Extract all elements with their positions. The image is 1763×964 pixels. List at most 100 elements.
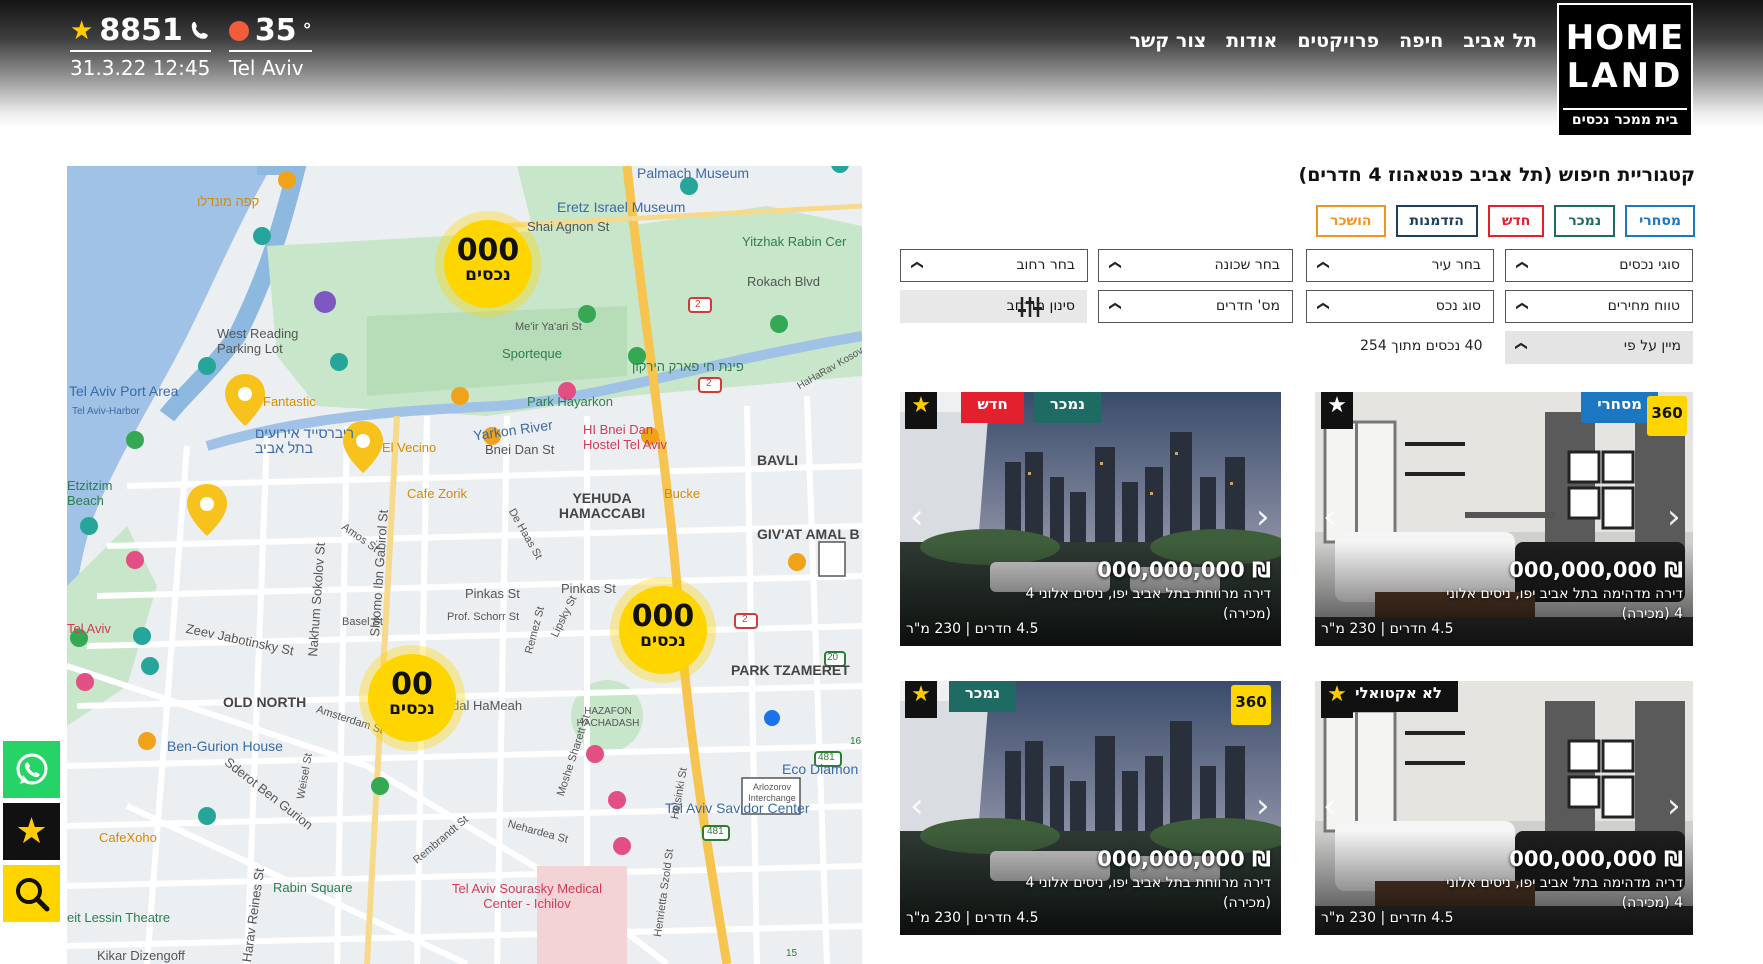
- star-icon: ★: [911, 393, 931, 418]
- favorites-button[interactable]: ★: [3, 803, 60, 860]
- chevron-down-icon: ❯: [1109, 259, 1124, 271]
- city-select[interactable]: בחר עיר ❯: [1306, 249, 1494, 282]
- view-360-icon[interactable]: 360: [1647, 396, 1687, 436]
- nav-haifa[interactable]: חיפה: [1399, 30, 1443, 52]
- cluster-count: 000: [631, 599, 695, 634]
- map-label: PARK TZAMERET: [731, 662, 850, 678]
- tag-sold[interactable]: נמכר: [1554, 205, 1616, 237]
- map-label: פינת חי פארק הירקון: [632, 359, 744, 374]
- sun-icon: [228, 21, 249, 41]
- logo[interactable]: HOME LAND בית ממכר נכסים: [1557, 3, 1693, 137]
- star-icon: ★: [1327, 682, 1347, 707]
- map-cluster[interactable]: 000 נכסים: [444, 220, 532, 308]
- prev-image-button[interactable]: ‹: [910, 500, 924, 534]
- badge-not-current: לא אקטואלי: [1339, 681, 1458, 712]
- next-image-button[interactable]: ›: [1256, 500, 1270, 534]
- nav-contact[interactable]: צור קשר: [1129, 30, 1206, 52]
- search-title: קטגוריית חיפוש (תל אביב פנטאהוז 4 חדרים): [1298, 164, 1695, 186]
- map-label: Yitzhak Rabin Cer: [742, 234, 847, 249]
- select-value: מיין על פי: [1623, 338, 1681, 354]
- chevron-down-icon: ❯: [1515, 340, 1530, 352]
- map-label: Rabin Square: [273, 880, 353, 895]
- map-label: Pinkas St: [465, 586, 520, 601]
- weather-widget: 35 ° Tel Aviv: [228, 14, 312, 80]
- star-icon: ★: [1327, 393, 1347, 418]
- card-description: דריה מדהימה בתל אביב יפו, ניסים אלוני 4 …: [1446, 875, 1683, 911]
- weather-city: Tel Aviv: [228, 56, 304, 80]
- map-label: Tel Aviv Port Area: [69, 383, 179, 399]
- next-image-button[interactable]: ›: [1256, 789, 1270, 823]
- card-meta: 4.5 חדרים | 230 מ"ר: [1321, 621, 1454, 637]
- map-label: Arlozorov Interchange: [748, 782, 796, 803]
- header: HOME LAND בית ממכר נכסים תל אביב חיפה פר…: [0, 0, 1763, 137]
- favorite-button[interactable]: ★: [1321, 392, 1353, 429]
- neighborhood-select[interactable]: בחר שכונה ❯: [1098, 249, 1293, 282]
- chevron-down-icon: ❯: [1516, 259, 1531, 271]
- card-badges: לא אקטואלי: [1339, 681, 1458, 712]
- chevron-down-icon: ❯: [1516, 300, 1531, 312]
- property-card[interactable]: נמכר ★ 360 ‹ › ₪ 000,000,000 דירה מרווחת…: [900, 681, 1281, 935]
- map-label: eit Lessin Theatre: [67, 910, 171, 925]
- map-label: BAVLI: [757, 452, 798, 468]
- card-meta: 4.5 חדרים | 230 מ"ר: [1321, 910, 1454, 926]
- map-label: 15: [786, 948, 798, 959]
- street-select[interactable]: בחר רחוב ❯: [900, 249, 1088, 282]
- tag-rented[interactable]: הושכר: [1316, 205, 1386, 237]
- prev-image-button[interactable]: ‹: [1323, 789, 1337, 823]
- property-kind-select[interactable]: סוג נכס ❯: [1306, 290, 1494, 323]
- map-label: Shai Agnon St: [527, 219, 610, 234]
- advanced-filter-button[interactable]: סינון מורחב: [900, 290, 1087, 323]
- cluster-count: 00: [391, 667, 433, 702]
- map[interactable]: Palmach Museum Eretz Israel Museum Shai …: [67, 166, 862, 964]
- phone-icon: [191, 21, 208, 39]
- card-description: דירה מדהימה בתל אביב יפו, ניסים אלוני 4 …: [1446, 586, 1683, 622]
- logo-line-2: LAND: [1566, 56, 1684, 96]
- nav-about[interactable]: אודות: [1226, 30, 1277, 52]
- favorite-button[interactable]: ★: [905, 392, 937, 429]
- badge-sold: נמכר: [1033, 392, 1101, 423]
- select-value: מס' חדרים: [1215, 298, 1280, 314]
- favorite-button[interactable]: ★: [905, 681, 937, 718]
- favorite-button[interactable]: ★: [1321, 681, 1353, 718]
- star-icon: ★: [70, 16, 94, 46]
- map-label: Tel Aviv-Harbor: [72, 406, 140, 417]
- map-label: El Vecino: [382, 440, 437, 455]
- tag-new[interactable]: חדש: [1487, 205, 1545, 237]
- search-button[interactable]: [3, 865, 60, 922]
- next-image-button[interactable]: ›: [1667, 789, 1681, 823]
- nav-projects[interactable]: פרויקטים: [1297, 30, 1379, 52]
- property-card[interactable]: לא אקטואלי ★ ‹ › ₪ 000,000,000 דריה מדהי…: [1315, 681, 1693, 935]
- chevron-down-icon: ❯: [911, 259, 926, 271]
- tag-opportunity[interactable]: הזדמנות: [1395, 205, 1478, 237]
- rooms-select[interactable]: מס' חדרים ❯: [1098, 290, 1293, 323]
- logo-line-1: HOME: [1565, 18, 1685, 58]
- next-image-button[interactable]: ›: [1667, 500, 1681, 534]
- prev-image-button[interactable]: ‹: [1323, 500, 1337, 534]
- map-label: Sporteque: [502, 346, 562, 361]
- whatsapp-button[interactable]: [3, 741, 60, 798]
- map-label: 2: [742, 614, 748, 625]
- sort-select[interactable]: מיין על פי ❯: [1505, 331, 1693, 364]
- map-label: Prof. Schorr St: [447, 611, 520, 623]
- property-card[interactable]: נמכר חדש ★ ‹ › ₪ 000,000,000 דירה מרווחת…: [900, 392, 1281, 646]
- tag-commercial[interactable]: מסחרי: [1625, 205, 1695, 237]
- nav-tel-aviv[interactable]: תל אביב: [1463, 30, 1537, 52]
- degree-symbol: °: [302, 20, 312, 41]
- prev-image-button[interactable]: ‹: [910, 789, 924, 823]
- map-label: YEHUDA HAMACCABI: [558, 490, 646, 521]
- map-label: 481: [818, 752, 835, 763]
- select-value: סוגי נכסים: [1619, 257, 1680, 273]
- property-types-select[interactable]: סוגי נכסים ❯: [1505, 249, 1693, 282]
- view-360-icon[interactable]: 360: [1231, 685, 1271, 725]
- map-label: Fantastic: [263, 394, 316, 409]
- badge-sold: נמכר: [948, 681, 1016, 712]
- map-cluster[interactable]: 000 נכסים: [619, 586, 707, 674]
- cluster-label: נכסים: [389, 699, 435, 719]
- map-label: CafeXoho: [99, 830, 157, 845]
- price-range-select[interactable]: טווח מחירים ❯: [1505, 290, 1693, 323]
- map-label: Kikar Dizengoff: [97, 948, 185, 963]
- map-cluster[interactable]: 00 נכסים: [368, 654, 456, 742]
- phone-widget[interactable]: ★ 8851 31.3.22 12:45: [70, 14, 211, 80]
- property-card[interactable]: מסחרי ★ 360 ‹ › ₪ 000,000,000 דירה מדהימ…: [1315, 392, 1693, 646]
- map-label: Eretz Israel Museum: [557, 199, 686, 215]
